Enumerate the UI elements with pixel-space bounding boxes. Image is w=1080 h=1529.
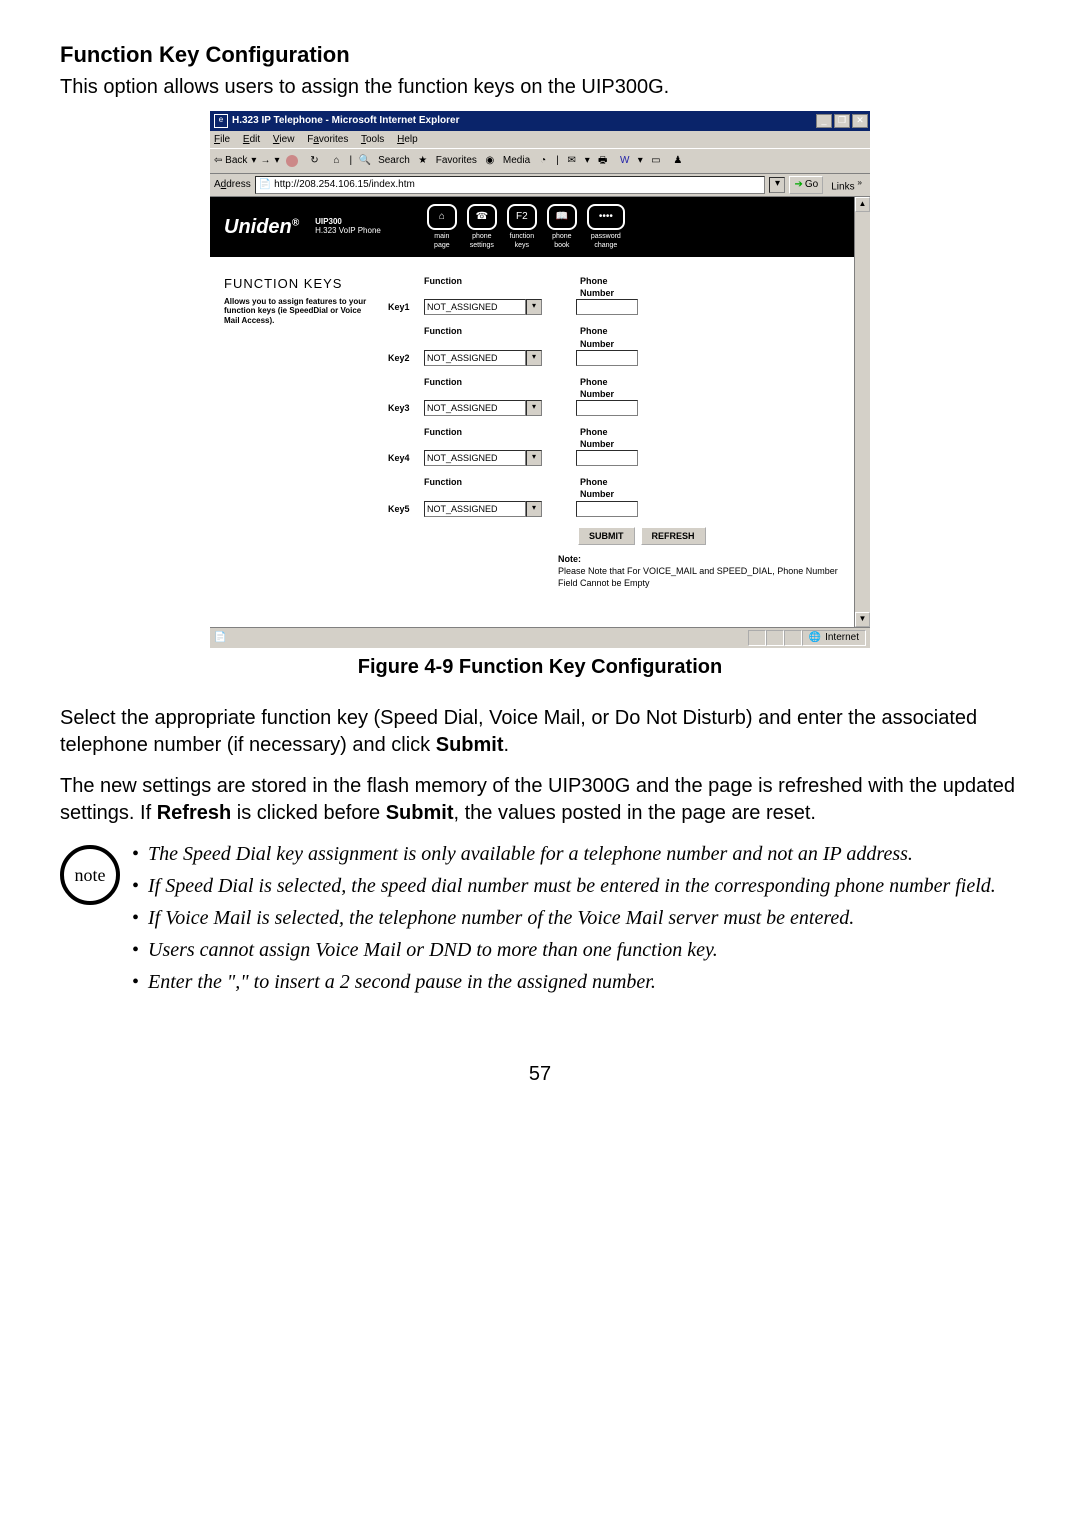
nav-main-page[interactable]: ⌂main page	[427, 204, 457, 251]
address-bar: Address 📄 http://208.254.106.15/index.ht…	[210, 174, 870, 197]
word-icon[interactable]: W	[616, 152, 634, 170]
note-item: If Speed Dial is selected, the speed dia…	[130, 873, 996, 899]
print-icon[interactable]: 🖶	[594, 152, 612, 170]
address-label: Address	[214, 178, 251, 192]
stop-icon[interactable]	[283, 152, 301, 170]
address-value: http://208.254.106.15/index.htm	[274, 178, 415, 192]
search-icon[interactable]: 🔍	[356, 152, 374, 170]
links-label[interactable]: Links »	[827, 177, 866, 194]
internet-icon: 🌐	[809, 631, 821, 645]
col-function: Function	[424, 275, 574, 299]
menu-edit[interactable]: Edit	[243, 134, 260, 145]
brand-block: Uniden®	[224, 214, 299, 241]
messenger-icon[interactable]: ♟	[669, 152, 687, 170]
mail-icon[interactable]: ✉	[563, 152, 581, 170]
media-icon[interactable]: ◉	[481, 152, 499, 170]
nav-phone-settings[interactable]: ☎phone settings	[467, 204, 497, 251]
nav-phone-book[interactable]: 📖phone book	[547, 204, 577, 251]
search-label[interactable]: Search	[378, 154, 410, 168]
key5-function-select[interactable]: NOT_ASSIGNED▾	[424, 501, 542, 517]
key3-label: Key3	[388, 402, 418, 414]
scrollbar[interactable]: ▲ ▼	[854, 197, 870, 627]
minimize-button[interactable]: _	[816, 114, 832, 128]
key-grid: FunctionPhone Number Key1NOT_ASSIGNED▾ F…	[388, 275, 856, 589]
go-button[interactable]: ➔Go	[789, 176, 823, 194]
media-label[interactable]: Media	[503, 154, 530, 168]
figure-caption: Figure 4-9 Function Key Configuration	[60, 654, 1020, 681]
submit-button[interactable]: SUBMIT	[578, 527, 635, 545]
note-list: The Speed Dial key assignment is only av…	[130, 841, 996, 1001]
forward-button[interactable]: →	[260, 154, 270, 168]
col-phone: Phone Number	[580, 275, 660, 299]
favorites-icon[interactable]: ★	[414, 152, 432, 170]
key1-label: Key1	[388, 301, 418, 313]
key4-label: Key4	[388, 452, 418, 464]
scroll-up-icon[interactable]: ▲	[855, 197, 870, 212]
address-input[interactable]: 📄 http://208.254.106.15/index.htm	[255, 176, 766, 194]
ie-icon: e	[214, 114, 228, 128]
key1-phone-input[interactable]	[576, 299, 638, 315]
key2-label: Key2	[388, 352, 418, 364]
sep2: ▾	[274, 154, 279, 168]
menu-help[interactable]: Help	[397, 134, 418, 145]
key3-phone-input[interactable]	[576, 400, 638, 416]
discuss-icon[interactable]: ▭	[647, 152, 665, 170]
window-titlebar: e H.323 IP Telephone - Microsoft Interne…	[210, 111, 870, 131]
nav-function-keys[interactable]: F2function keys	[507, 204, 537, 251]
key4-phone-input[interactable]	[576, 450, 638, 466]
scroll-down-icon[interactable]: ▼	[855, 612, 870, 627]
brand-sub: UIP300 H.323 VoIP Phone	[315, 218, 381, 236]
status-bar: 📄 🌐Internet	[210, 627, 870, 648]
function-keys-title: FUNCTION KEYS	[224, 275, 374, 293]
note-item: Users cannot assign Voice Mail or DND to…	[130, 937, 996, 963]
key2-function-select[interactable]: NOT_ASSIGNED▾	[424, 350, 542, 366]
key4-function-select[interactable]: NOT_ASSIGNED▾	[424, 450, 542, 466]
intro-paragraph: This option allows users to assign the f…	[60, 74, 1020, 101]
page-banner: Uniden® UIP300 H.323 VoIP Phone ⌂main pa…	[210, 197, 870, 257]
function-keys-desc: Allows you to assign features to your fu…	[224, 297, 374, 326]
page-icon: 📄	[259, 178, 271, 192]
window-title: H.323 IP Telephone - Microsoft Internet …	[232, 114, 816, 128]
back-button[interactable]: ⇦ Back	[214, 154, 247, 168]
history-icon[interactable]: ◔	[534, 152, 552, 170]
key5-phone-input[interactable]	[576, 501, 638, 517]
note-icon: note	[60, 845, 120, 905]
favorites-label[interactable]: Favorites	[436, 154, 477, 168]
refresh-button[interactable]: REFRESH	[641, 527, 706, 545]
page-content: ▲ ▼ Uniden® UIP300 H.323 VoIP Phone ⌂mai…	[210, 197, 870, 627]
menu-view[interactable]: View	[273, 134, 295, 145]
toolbar: ⇦ Back ▾ → ▾ ↻ ⌂ | 🔍 Search ★ Favorites ◉ M…	[210, 148, 870, 174]
note-item: Enter the "," to insert a 2 second pause…	[130, 969, 996, 995]
nav-password-change[interactable]: ••••password change	[587, 204, 625, 251]
key5-label: Key5	[388, 503, 418, 515]
note-item: The Speed Dial key assignment is only av…	[130, 841, 996, 867]
home-icon[interactable]: ⌂	[327, 152, 345, 170]
paragraph-1: Select the appropriate function key (Spe…	[60, 705, 1020, 759]
maximize-button[interactable]: ❐	[834, 114, 850, 128]
toolbar-sep: |	[349, 154, 352, 168]
menu-bar: File Edit View Favorites Tools Help	[210, 131, 870, 149]
section-heading: Function Key Configuration	[60, 40, 1020, 70]
note-section: note The Speed Dial key assignment is on…	[60, 841, 1020, 1001]
embedded-screenshot: e H.323 IP Telephone - Microsoft Interne…	[210, 111, 870, 649]
key1-function-select[interactable]: NOT_ASSIGNED▾	[424, 299, 542, 315]
status-zone: 🌐Internet	[802, 630, 866, 646]
brand-name: Uniden®	[224, 214, 299, 241]
close-button[interactable]: ✕	[852, 114, 868, 128]
sep: ▾	[251, 154, 256, 168]
key3-function-select[interactable]: NOT_ASSIGNED▾	[424, 400, 542, 416]
menu-tools[interactable]: Tools	[361, 134, 384, 145]
address-dropdown[interactable]: ▾	[769, 177, 785, 193]
menu-favorites[interactable]: Favorites	[307, 134, 348, 145]
key2-phone-input[interactable]	[576, 350, 638, 366]
note-item: If Voice Mail is selected, the telephone…	[130, 905, 996, 931]
paragraph-2: The new settings are stored in the flash…	[60, 773, 1020, 827]
menu-file[interactable]: File	[214, 134, 230, 145]
toolbar-sep2: |	[556, 154, 559, 168]
page-number: 57	[60, 1061, 1020, 1088]
status-icon: 📄	[214, 631, 226, 645]
form-note: Note: Please Note that For VOICE_MAIL an…	[558, 553, 856, 589]
refresh-icon[interactable]: ↻	[305, 152, 323, 170]
